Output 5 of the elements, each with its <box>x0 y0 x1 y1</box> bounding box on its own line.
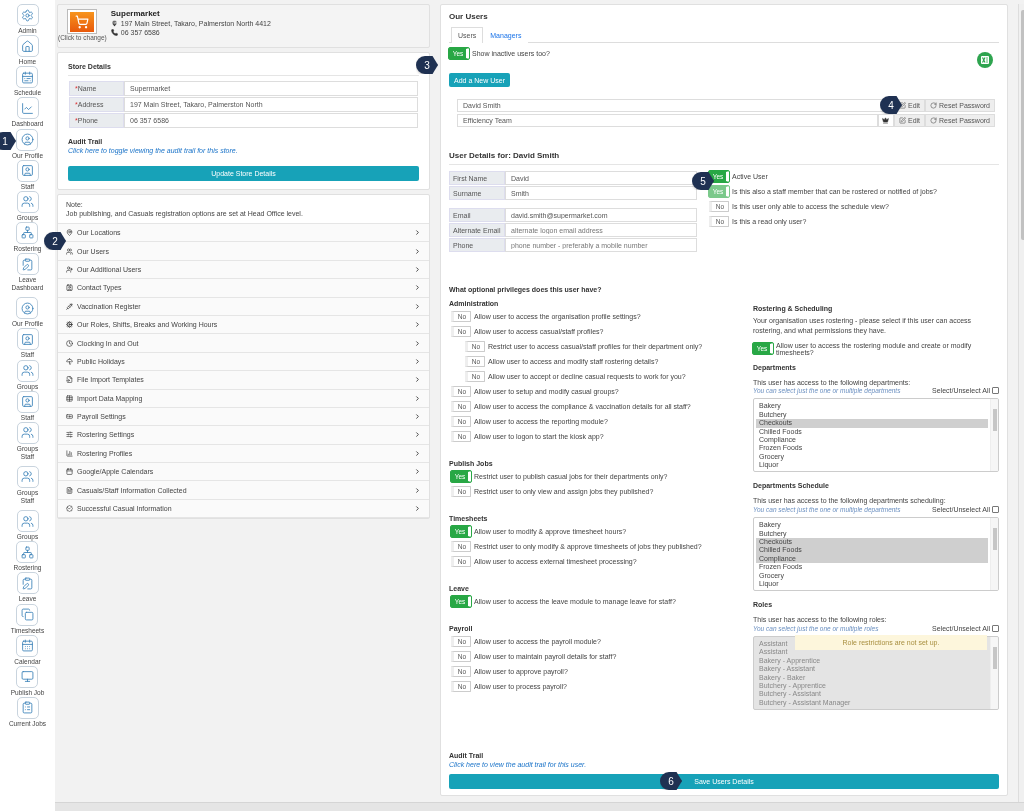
section-title: User Details for: David Smith <box>449 151 561 160</box>
step-callout-tooltip: 2 <box>44 232 66 250</box>
store-name: Supermarket <box>110 9 161 18</box>
step-callout-tooltip: 1 <box>0 132 16 150</box>
panel-title: Our Users <box>449 12 489 21</box>
